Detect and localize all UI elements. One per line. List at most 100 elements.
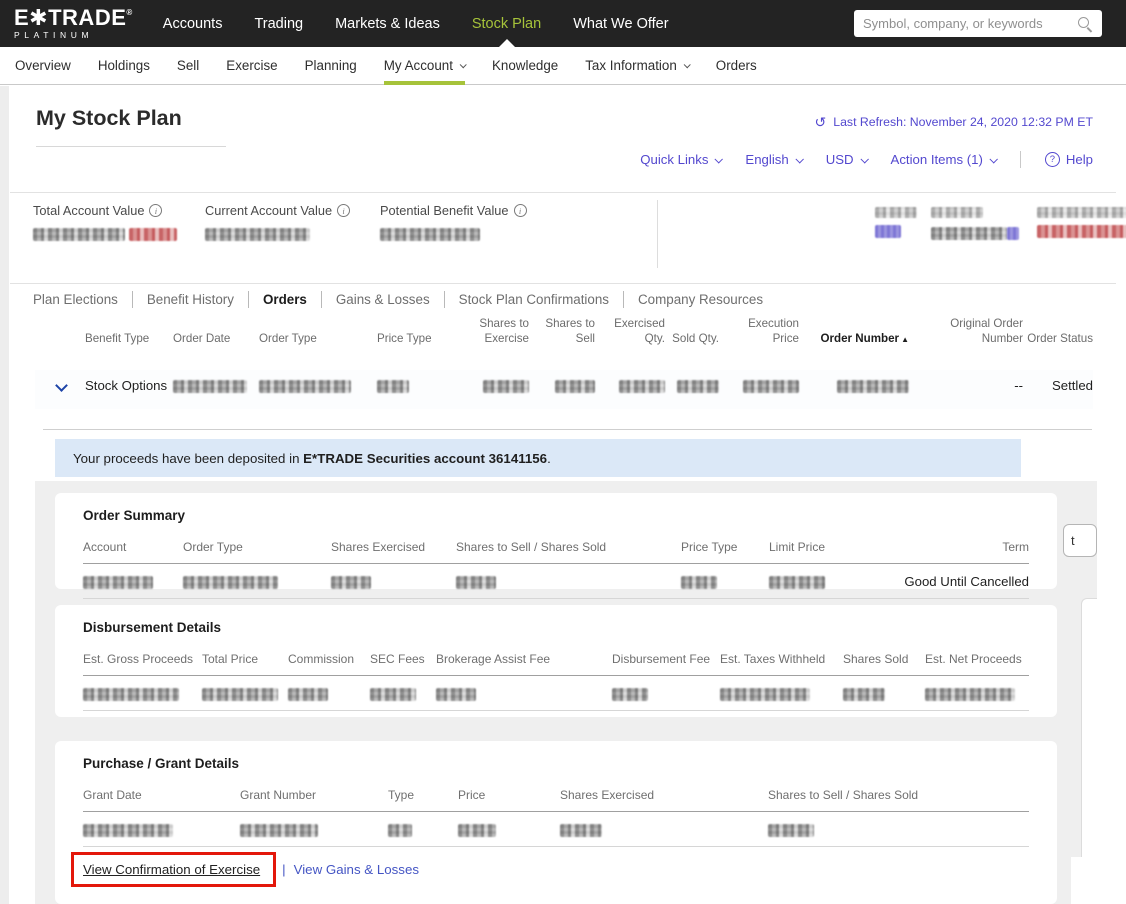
redacted-account <box>83 576 153 590</box>
chevron-down-icon <box>459 61 467 69</box>
nav-trading[interactable]: Trading <box>254 0 303 47</box>
redacted-net-proceeds <box>925 688 1015 702</box>
purchase-grant-values <box>83 812 1029 848</box>
col-exercised-qty: Exercised Qty. <box>614 317 665 346</box>
redacted-type <box>388 824 412 838</box>
redacted-price <box>458 824 496 838</box>
redacted-negative-value <box>1037 225 1126 238</box>
logo-platinum-text: PLATINUM <box>14 30 94 41</box>
top-navbar: E✱TRADE® PLATINUM Accounts Trading Marke… <box>0 0 1126 47</box>
subnav-holdings[interactable]: Holdings <box>98 47 150 85</box>
col-shares-to-exercise: Shares to Exercise <box>479 317 529 346</box>
header-links: Quick Links English USD Action Items (1)… <box>640 151 1093 168</box>
redacted-label <box>1037 207 1126 218</box>
info-icon[interactable]: i <box>149 204 163 217</box>
col-sold-qty: Sold Qty. <box>672 332 719 346</box>
redacted-sec-fees <box>370 688 416 702</box>
nav-what-we-offer[interactable]: What We Offer <box>573 0 668 47</box>
logo-text: E✱TRADE <box>14 5 127 31</box>
info-icon[interactable]: i <box>513 204 527 217</box>
order-summary-values: Good Until Cancelled <box>83 564 1029 600</box>
chevron-down-icon <box>714 154 724 164</box>
redacted-label <box>875 207 917 218</box>
redacted-value <box>931 227 1007 241</box>
quick-links-dropdown[interactable]: Quick Links <box>640 152 724 167</box>
order-row-expanded[interactable]: Stock Options -- Settled <box>35 370 1093 410</box>
subnav-exercise[interactable]: Exercise <box>226 47 277 85</box>
chevron-down-icon <box>795 154 804 164</box>
last-refresh[interactable]: ↺ Last Refresh: November 24, 2020 12:32 … <box>815 115 1093 129</box>
tab-plan-elections[interactable]: Plan Elections <box>33 291 133 308</box>
search-input[interactable] <box>863 16 1077 31</box>
redacted-shares-sold <box>768 824 814 838</box>
redacted-shares-sold <box>456 576 496 590</box>
last-refresh-text: Last Refresh: November 24, 2020 12:32 PM… <box>833 115 1093 129</box>
language-dropdown[interactable]: English <box>745 152 804 167</box>
top-nav-items: Accounts Trading Markets & Ideas Stock P… <box>163 0 669 47</box>
search-box[interactable] <box>854 10 1102 37</box>
detail-links: View Confirmation of Exercise | View Gai… <box>71 852 1029 888</box>
redacted-symbol-link[interactable] <box>875 225 901 238</box>
subnav-knowledge[interactable]: Knowledge <box>492 47 558 85</box>
tab-orders[interactable]: Orders <box>249 291 322 308</box>
tab-gains-losses[interactable]: Gains & Losses <box>322 291 445 308</box>
tab-benefit-history[interactable]: Benefit History <box>133 291 249 308</box>
chevron-down-icon <box>683 61 691 69</box>
redacted-brokerage-fee <box>436 688 476 702</box>
col-shares-to-sell: Shares to Sell <box>545 317 595 346</box>
annotation-highlight-box: View Confirmation of Exercise <box>71 852 277 888</box>
tab-company-resources[interactable]: Company Resources <box>624 291 777 308</box>
col-price-type: Price Type <box>377 332 432 346</box>
divider <box>10 283 1116 284</box>
subnav-my-account[interactable]: My Account <box>383 47 467 85</box>
collapse-row-chevron-icon[interactable] <box>55 379 68 392</box>
help-icon: ? <box>1044 152 1060 167</box>
redacted-grant-date <box>83 824 173 838</box>
subnav-orders[interactable]: Orders <box>716 47 757 85</box>
partial-hidden-button[interactable]: t <box>1063 524 1097 557</box>
order-status-cell: Settled <box>1051 378 1093 393</box>
chevron-down-icon <box>989 154 998 164</box>
redacted-shares-exercised <box>331 576 371 590</box>
title-underline <box>36 146 226 147</box>
benefit-type-cell: Stock Options <box>85 378 168 393</box>
action-items-dropdown[interactable]: Action Items (1) <box>891 152 998 167</box>
subnav-planning[interactable]: Planning <box>305 47 357 85</box>
term-value: Good Until Cancelled <box>904 574 1029 589</box>
order-summary-card: Order Summary Account Order Type Shares … <box>55 493 1057 600</box>
orders-table-header: Benefit Type Order Date Order Type Price… <box>35 316 1093 352</box>
redacted-gross-proceeds <box>83 688 179 702</box>
info-icon[interactable]: i <box>337 204 351 217</box>
redacted-commission <box>288 688 328 702</box>
stock-plan-subnav: Overview Holdings Sell Exercise Planning… <box>0 47 1126 85</box>
currency-dropdown[interactable]: USD <box>826 152 869 167</box>
refresh-icon[interactable]: ↺ <box>815 115 827 129</box>
col-order-number-sorted[interactable]: Order Number ▲ <box>799 331 909 346</box>
redacted-shares-to-sell <box>555 380 595 394</box>
purchase-grant-header: Grant Date Grant Number Type Price Share… <box>83 788 1029 812</box>
ticker-summary <box>875 207 1126 243</box>
nav-accounts[interactable]: Accounts <box>163 0 223 47</box>
redacted-negative-value <box>129 228 178 242</box>
redacted-price-type <box>681 576 717 590</box>
nav-stock-plan[interactable]: Stock Plan <box>472 0 541 47</box>
subnav-sell[interactable]: Sell <box>177 47 199 85</box>
redacted-shares-sold <box>843 688 885 702</box>
view-gains-losses-link[interactable]: View Gains & Losses <box>294 862 419 877</box>
nav-markets-ideas[interactable]: Markets & Ideas <box>335 0 440 47</box>
help-link[interactable]: ? Help <box>1044 152 1093 167</box>
etrade-platinum-logo[interactable]: E✱TRADE® PLATINUM <box>14 7 133 40</box>
ticker-last-price <box>931 207 1023 243</box>
purchase-grant-details-card: Purchase / Grant Details Grant Date Gran… <box>55 741 1057 904</box>
divider <box>657 200 658 268</box>
tab-stock-plan-confirmations[interactable]: Stock Plan Confirmations <box>445 291 624 308</box>
view-confirmation-of-exercise-link[interactable]: View Confirmation of Exercise <box>83 862 260 877</box>
total-account-value: Total Account Value i <box>33 203 205 244</box>
search-icon[interactable] <box>1077 16 1093 32</box>
subnav-tax-information[interactable]: Tax Information <box>585 47 691 85</box>
subnav-overview[interactable]: Overview <box>15 47 71 85</box>
order-summary-header: Account Order Type Shares Exercised Shar… <box>83 540 1029 564</box>
page-title: My Stock Plan <box>36 106 182 130</box>
redacted-order-type <box>259 380 351 394</box>
col-order-date: Order Date <box>173 332 231 346</box>
